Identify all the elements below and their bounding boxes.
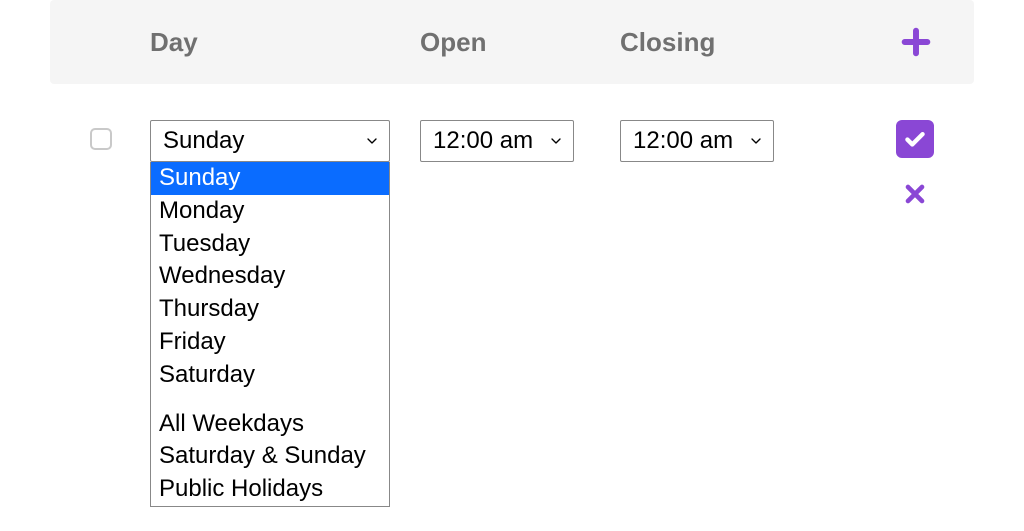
header-open: Open: [420, 27, 486, 57]
day-select-wrap: Sunday Sunday Monday Tuesday Wednesday T…: [150, 120, 390, 162]
add-row-button[interactable]: [898, 24, 934, 60]
plus-icon: [899, 25, 933, 59]
header-closing: Closing: [620, 27, 715, 57]
day-option-allweekdays[interactable]: All Weekdays: [151, 408, 389, 441]
day-option-wednesday[interactable]: Wednesday: [151, 260, 389, 293]
table-row: Sunday Sunday Monday Tuesday Wednesday T…: [50, 84, 974, 248]
close-time-select[interactable]: 12:00 am: [620, 120, 774, 162]
day-option-weekend[interactable]: Saturday & Sunday: [151, 440, 389, 473]
day-dropdown: Sunday Monday Tuesday Wednesday Thursday…: [150, 162, 390, 507]
day-select[interactable]: Sunday: [150, 120, 390, 162]
open-time-value: 12:00 am: [433, 127, 533, 155]
day-select-value: Sunday: [163, 127, 244, 155]
chevron-down-icon: [548, 133, 564, 149]
day-option-thursday[interactable]: Thursday: [151, 293, 389, 326]
day-option-friday[interactable]: Friday: [151, 326, 389, 359]
close-icon: [901, 180, 929, 208]
day-option-saturday[interactable]: Saturday: [151, 359, 389, 392]
open-time-select[interactable]: 12:00 am: [420, 120, 574, 162]
table-header: Day Open Closing: [50, 0, 974, 84]
confirm-button[interactable]: [896, 120, 934, 158]
schedule-panel: Day Open Closing Sunday: [0, 0, 1024, 248]
row-checkbox[interactable]: [90, 128, 112, 150]
day-option-tuesday[interactable]: Tuesday: [151, 228, 389, 261]
close-time-value: 12:00 am: [633, 127, 733, 155]
chevron-down-icon: [748, 133, 764, 149]
day-option-monday[interactable]: Monday: [151, 195, 389, 228]
check-icon: [902, 126, 928, 152]
cancel-button[interactable]: [897, 176, 933, 212]
day-option-holidays[interactable]: Public Holidays: [151, 473, 389, 506]
chevron-down-icon: [364, 133, 380, 149]
header-day: Day: [150, 27, 198, 57]
day-option-sunday[interactable]: Sunday: [151, 162, 389, 195]
